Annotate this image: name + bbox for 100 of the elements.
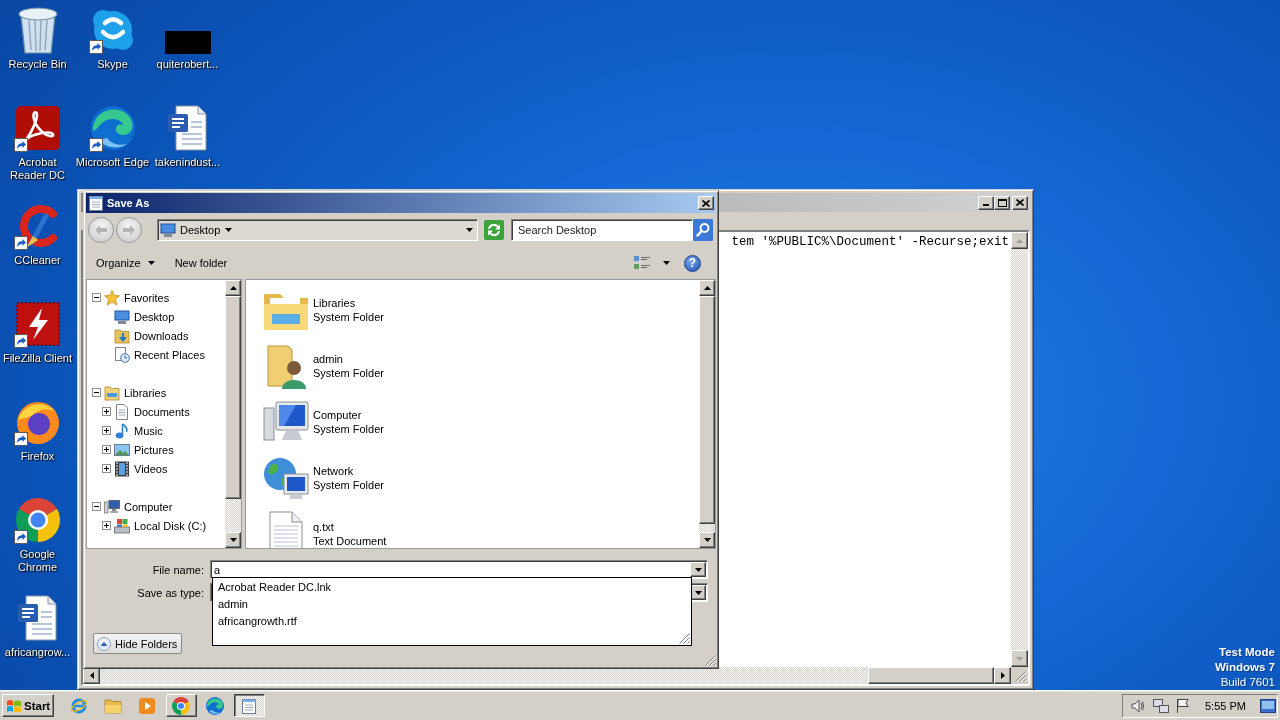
up-arrow-icon — [1016, 238, 1023, 243]
tree-item[interactable]: Downloads — [134, 329, 189, 342]
file-name[interactable]: Computer — [313, 408, 384, 422]
maximize-icon — [997, 198, 1007, 207]
filezilla-icon[interactable] — [13, 300, 62, 348]
refresh-button[interactable] — [484, 220, 504, 240]
show-desktop-icon[interactable] — [1260, 698, 1276, 713]
breadcrumb-button[interactable]: Desktop — [178, 221, 235, 239]
expand-icon[interactable] — [102, 445, 111, 454]
field-label: File name: — [151, 563, 204, 576]
desktop-icon-label[interactable]: Firefox — [20, 450, 55, 463]
desktop-icon-label[interactable]: takenindust... — [154, 156, 221, 169]
tree-item[interactable]: Libraries — [124, 386, 167, 399]
down-arrow-icon — [1016, 656, 1023, 661]
close-button[interactable] — [1012, 195, 1028, 210]
windows-flag-icon — [6, 698, 22, 713]
dropdown-button[interactable] — [690, 562, 706, 577]
desktop-icon-label[interactable]: Google Chrome — [0, 548, 75, 574]
caret-icon — [663, 261, 670, 265]
menu-button[interactable]: Organize — [90, 254, 161, 272]
address-bar[interactable]: Desktop — [157, 219, 478, 241]
desktop-icon-label[interactable]: Skype — [97, 58, 128, 71]
close-button[interactable] — [698, 196, 714, 210]
file-name[interactable]: admin — [313, 352, 384, 366]
tree-item[interactable]: Videos — [134, 462, 168, 475]
desktop-icon-label[interactable]: Acrobat Reader DC — [0, 156, 75, 182]
expand-icon[interactable] — [102, 464, 111, 473]
left-arrow-icon — [89, 672, 94, 679]
autocomplete-item[interactable]: Acrobat Reader DC.lnk — [213, 579, 332, 596]
expand-icon[interactable] — [102, 426, 111, 435]
collapse-icon[interactable] — [92, 502, 101, 511]
flag-icon[interactable] — [1176, 698, 1189, 713]
scrollbar[interactable] — [1011, 232, 1028, 667]
computer-icon — [104, 498, 120, 515]
desktop-icon-label[interactable]: quiterobert... — [156, 58, 219, 71]
autocomplete-item[interactable]: admin — [213, 596, 248, 613]
tree-item[interactable]: Pictures — [134, 443, 174, 456]
hide-folders-button[interactable]: Hide Folders — [93, 633, 183, 654]
resize-grip-icon — [679, 633, 690, 644]
minimize-button[interactable] — [978, 195, 994, 210]
up-arrow-icon — [703, 286, 711, 290]
monitor-icon — [114, 308, 130, 325]
file-type: System Folder — [313, 310, 384, 324]
start-button[interactable]: Start — [2, 694, 54, 717]
tree-item[interactable]: Favorites — [124, 291, 170, 304]
scroll-right-button[interactable] — [994, 667, 1011, 684]
edge-icon[interactable] — [88, 104, 137, 152]
tree-item[interactable]: Desktop — [134, 310, 175, 323]
collapse-icon[interactable] — [92, 388, 101, 397]
desktop-icon-label[interactable]: CCleaner — [14, 254, 61, 267]
speaker-icon[interactable] — [1131, 698, 1145, 713]
document-icon — [114, 403, 130, 420]
scrollbar[interactable] — [83, 667, 1011, 684]
expand-icon[interactable] — [102, 407, 111, 416]
file-type: Text Document — [313, 534, 387, 548]
tree-item[interactable]: Recent Places — [134, 348, 205, 361]
os-notice-text: Test Mode — [1218, 645, 1275, 660]
minimize-icon — [983, 203, 989, 206]
scrollbar[interactable] — [225, 280, 241, 548]
scroll-down-button[interactable] — [1011, 650, 1028, 667]
edge-icon[interactable] — [206, 696, 224, 715]
chrome-icon[interactable] — [13, 496, 62, 544]
scroll-thumb[interactable] — [225, 296, 241, 499]
search-field[interactable]: Search Desktop — [511, 219, 693, 241]
clock[interactable]: 5:55 PM — [1205, 699, 1246, 712]
tree-item[interactable]: Documents — [134, 405, 190, 418]
desktop-icon-label[interactable]: Microsoft Edge — [75, 156, 150, 169]
network-icon[interactable] — [1153, 698, 1169, 713]
acrobat-icon[interactable] — [13, 104, 62, 152]
taskbar-button[interactable] — [233, 694, 265, 717]
scroll-up-button[interactable] — [1011, 232, 1028, 249]
desktop-icon-label[interactable]: FileZilla Client — [2, 352, 73, 365]
chrome-icon — [172, 696, 190, 715]
expand-icon[interactable] — [102, 521, 111, 530]
file-name[interactable]: Network — [313, 464, 384, 478]
toolbar-button[interactable]: New folder — [168, 254, 234, 272]
close-icon — [1016, 199, 1024, 206]
caret-icon — [694, 567, 702, 572]
desktop-icon-label[interactable]: Recycle Bin — [8, 58, 67, 71]
library-folder-icon — [104, 384, 120, 401]
tree-item[interactable]: Music — [134, 424, 163, 437]
thumbnail-icon[interactable] — [164, 31, 211, 54]
view-options-icon — [634, 256, 650, 270]
autocomplete-item[interactable]: africangrowth.rtf — [213, 613, 297, 630]
scroll-up-button[interactable] — [699, 280, 715, 296]
scroll-down-button[interactable] — [699, 532, 715, 548]
scroll-down-button[interactable] — [225, 532, 241, 548]
refresh-icon — [484, 220, 504, 240]
maximize-button[interactable] — [994, 195, 1010, 210]
search-button[interactable] — [693, 219, 713, 241]
collapse-icon[interactable] — [92, 293, 101, 302]
file-name[interactable]: q.txt — [313, 520, 387, 534]
desktop-icon-label[interactable]: africangrow... — [4, 646, 71, 659]
tree-item[interactable]: Computer — [124, 500, 173, 513]
scroll-thumb[interactable] — [868, 667, 994, 684]
scroll-up-button[interactable] — [225, 280, 241, 296]
editor-text: tem '%PUBLIC%\Document' -Recurse;exit — [731, 235, 1009, 250]
os-notice-text: Build 7601 — [1219, 675, 1275, 690]
file-name[interactable]: Libraries — [313, 296, 384, 310]
tree-item[interactable]: Local Disk (C:) — [134, 519, 207, 532]
